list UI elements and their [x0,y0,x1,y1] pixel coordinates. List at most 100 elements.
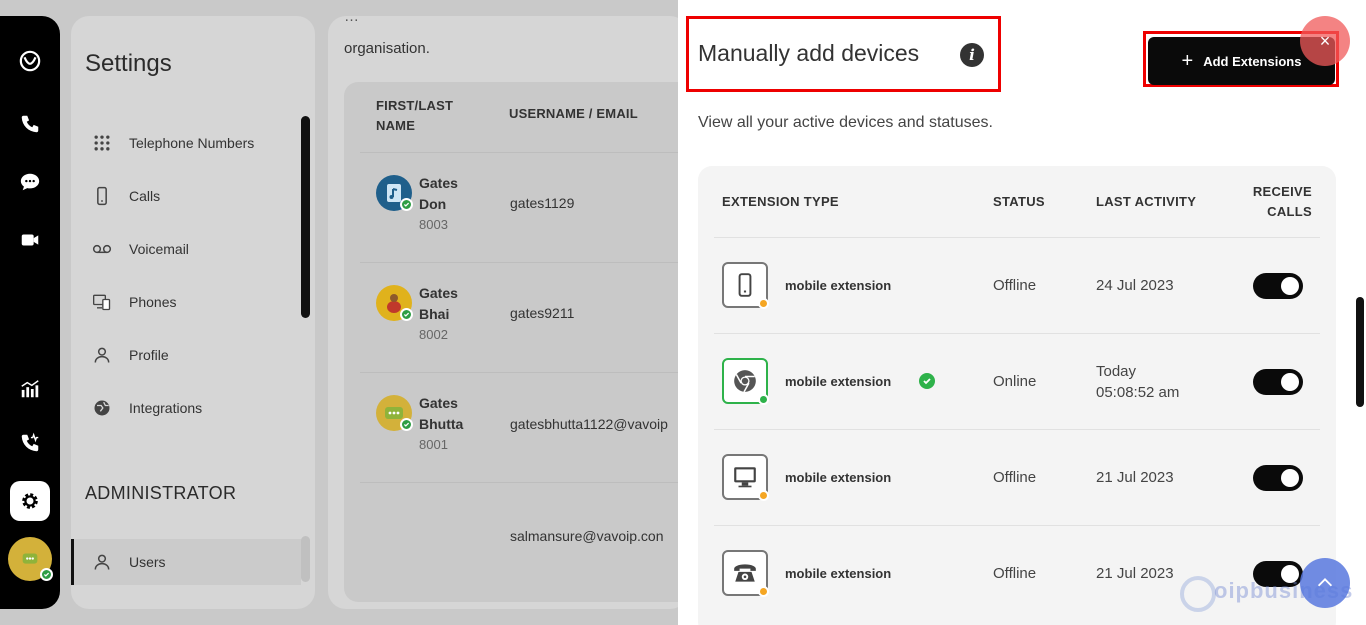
device-status: Offline [993,565,1037,582]
scroll-top-button[interactable] [1300,558,1350,608]
chrome-icon [734,370,756,393]
table-row[interactable]: Gates Bhutta 8001 gatesbhutta1122@vavoip [360,372,688,482]
status-dot [758,490,769,501]
sidebar-item-label: Integrations [129,400,203,416]
sidebar-scroll-track [301,536,310,582]
sidebar-scrollbar[interactable] [301,116,310,318]
sidebar-item-voicemail[interactable]: Voicemail [71,226,301,272]
table-row[interactable]: salmansure@vavoip.con [360,482,688,592]
device-last-activity: 21 Jul 2023 [1096,469,1174,486]
mobile-icon [738,273,752,297]
plus-icon: + [1181,50,1194,72]
settings-title: Settings [85,50,172,77]
user-first-name: Gates [419,395,458,411]
sidebar-item-label: Profile [129,347,169,363]
sidebar-item-calls[interactable]: Calls [71,173,301,219]
call-activity-icon[interactable] [14,427,46,459]
user-last-name: Bhai [419,306,450,322]
sidebar-item-label: Phones [129,294,177,310]
video-icon[interactable] [14,224,46,256]
device-last-activity: 24 Jul 2023 [1096,277,1174,294]
column-header-extension-type: EXTENSION TYPE [722,194,839,209]
user-last-name: Bhutta [419,416,464,432]
users-table: FIRST/LAST NAME USERNAME / EMAIL Gates D… [344,82,688,602]
app-rail [0,16,60,609]
administrator-heading: ADMINISTRATOR [85,483,237,503]
phone-icon[interactable] [14,108,46,140]
voicemail-icon [91,238,113,260]
sidebar-item-phones[interactable]: Phones [71,279,301,325]
user-email: salmansure@vavoip.con [510,528,664,544]
user-first-name: Gates [419,285,458,301]
integrations-icon [91,397,113,419]
drawer-subtitle: View all your active devices and statuse… [698,114,993,131]
add-extensions-label: Add Extensions [1203,53,1302,69]
user-extension: 8001 [419,437,448,452]
column-header-email: USERNAME / EMAIL [509,106,638,121]
receive-calls-toggle[interactable] [1253,465,1303,491]
status-dot [758,586,769,597]
user-extension: 8003 [419,217,448,232]
sidebar-item-integrations[interactable]: Integrations [71,385,301,431]
column-header-last-activity: LAST ACTIVITY [1096,194,1197,209]
user-first-name: Gates [419,175,458,191]
avatar [376,395,413,431]
users-panel: … organisation. FIRST/LAST NAME USERNAME… [328,16,688,609]
profile-icon [91,344,113,366]
chevron-up-icon [1317,578,1333,587]
device-status: Offline [993,469,1037,486]
watermark-logo [1180,576,1216,612]
device-name: mobile extension [785,470,892,485]
sidebar-item-users[interactable]: Users [71,539,301,585]
intro-text-cut: … [344,16,359,25]
avatar [376,285,413,321]
online-badge [400,308,413,321]
chat-icon[interactable] [14,166,46,198]
sidebar-item-label: Telephone Numbers [129,135,255,151]
grid-icon [91,132,113,154]
status-dot [758,298,769,309]
user-email: gates9211 [510,305,575,321]
profile-icon [91,551,113,573]
intro-text: organisation. [344,40,430,57]
sidebar-item-telephone-numbers[interactable]: Telephone Numbers [71,120,301,166]
user-last-name: Don [419,196,447,212]
analytics-icon[interactable] [14,373,46,405]
device-status: Offline [993,277,1037,294]
sidebar-item-label: Calls [129,188,161,204]
device-last-activity-time: 05:08:52 am [1096,384,1180,401]
table-row[interactable]: Gates Don 8003 gates1129 [360,152,688,262]
user-avatar[interactable] [8,537,53,581]
drawer-scrollbar[interactable] [1356,297,1364,407]
mobile-icon [91,185,113,207]
device-name: mobile extension [785,374,892,389]
device-name: mobile extension [785,278,892,293]
sidebar-item-profile[interactable]: Profile [71,332,301,378]
column-header-name: FIRST/LAST NAME [376,98,454,133]
user-email: gatesbhutta1122@vavoip [510,416,668,432]
device-last-activity: Today [1096,363,1137,380]
online-badge [400,418,413,431]
settings-panel: Settings Telephone Numbers Calls Voicema… [71,16,315,609]
desk-phone-icon [734,564,756,582]
close-button[interactable]: × [1300,16,1350,66]
online-check-icon [919,373,935,389]
device-status: Online [993,373,1037,390]
avatar [376,175,413,211]
table-row[interactable]: Gates Bhai 8002 gates9211 [360,262,688,372]
receive-calls-toggle[interactable] [1253,273,1303,299]
settings-icon[interactable] [10,481,50,521]
user-email: gates1129 [510,195,575,211]
online-badge [40,568,53,581]
user-extension: 8002 [419,327,448,342]
drawer-title: Manually add devices [698,40,920,66]
receive-calls-toggle[interactable] [1253,369,1303,395]
device-name: mobile extension [785,566,892,581]
column-header-receive: RECEIVE [1252,184,1312,199]
app-logo-icon[interactable] [14,45,46,77]
column-header-status: STATUS [993,194,1045,209]
device-last-activity: 21 Jul 2023 [1096,565,1174,582]
sidebar-item-label: Users [129,554,166,570]
status-dot [758,394,769,405]
info-icon[interactable]: i [960,43,984,67]
